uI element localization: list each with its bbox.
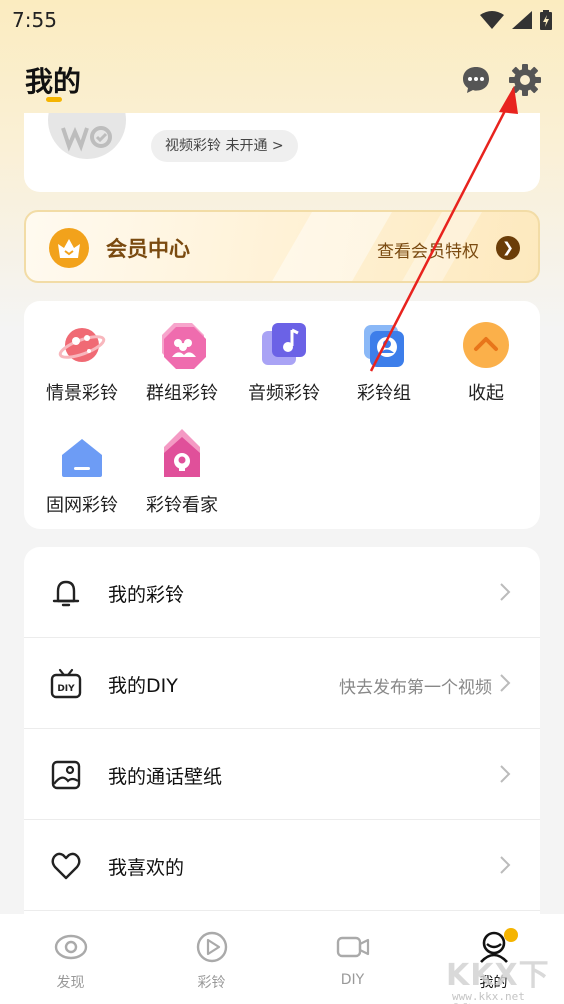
avatar[interactable] [48, 113, 126, 159]
play-icon [196, 931, 228, 963]
feature-label: 音频彩铃 [248, 383, 320, 404]
feature-label: 固网彩铃 [46, 495, 118, 516]
ringtone-group-icon [364, 325, 404, 367]
arrow-right-icon[interactable]: ❯ [496, 236, 520, 260]
title-underline [46, 97, 62, 102]
menu-label: 我喜欢的 [108, 857, 185, 879]
menu-item-favorites[interactable]: 我喜欢的 [24, 820, 540, 911]
diy-tv-icon: DIY [50, 668, 82, 699]
tab-discover[interactable]: 发现 [0, 914, 141, 1004]
bell-icon [52, 580, 80, 607]
tab-label: 彩铃 [197, 975, 226, 991]
planet-icon [58, 328, 106, 362]
watermark-url: www.kkx.net [452, 990, 525, 1003]
wifi-icon [480, 11, 504, 29]
tab-diy[interactable]: DIY [282, 914, 423, 1004]
cellular-signal-icon [512, 11, 532, 29]
feature-grid: 情景彩铃 群组彩铃 音频彩铃 彩铃组 收起 固网彩铃 彩铃看家 [24, 301, 540, 529]
feature-label: 彩铃看家 [146, 495, 218, 516]
member-center-title: 会员中心 [106, 237, 190, 261]
active-indicator-dot [504, 928, 518, 942]
svg-text:DIY: DIY [57, 684, 75, 694]
feature-home-camera-ringtone[interactable]: 彩铃看家 [132, 413, 232, 516]
status-time: 7:55 [12, 8, 57, 32]
music-note-icon [262, 323, 306, 365]
menu-label: 我的通话壁纸 [108, 766, 223, 788]
tab-label: DIY [340, 972, 365, 988]
tab-ringtones[interactable]: 彩铃 [141, 914, 282, 1004]
member-center-banner[interactable]: 会员中心 查看会员特权 ❯ [24, 210, 540, 283]
video-ringtone-status-button[interactable]: 视频彩铃 未开通 > [151, 130, 298, 162]
feature-label: 收起 [468, 383, 504, 404]
chevron-right-icon [500, 856, 511, 874]
collapse-up-icon [463, 322, 509, 368]
feature-ringtone-group[interactable]: 彩铃组 [334, 301, 434, 404]
heart-icon [51, 852, 81, 880]
settings-gear-icon[interactable] [508, 63, 542, 97]
feature-landline-ringtone[interactable]: 固网彩铃 [32, 413, 132, 516]
title-bar: 我的 [0, 56, 564, 106]
message-icon[interactable] [461, 65, 491, 95]
feature-label: 情景彩铃 [46, 383, 118, 404]
member-crown-icon [49, 228, 89, 268]
landline-house-icon [62, 439, 102, 477]
profile-card: 视频彩铃 未开通 > [24, 113, 540, 192]
status-bar: 7:55 [0, 0, 564, 40]
eye-icon [54, 934, 88, 960]
watermark: KKX下载 www.kkx.net [442, 950, 564, 1004]
page-title: 我的 [25, 65, 82, 98]
wallpaper-image-icon [51, 760, 81, 790]
menu-item-my-diy[interactable]: DIY 我的DIY 快去发布第一个视频 [24, 638, 540, 729]
brand-logo-icon [61, 126, 112, 152]
divider [24, 910, 540, 911]
chevron-right-icon [500, 583, 511, 601]
feature-scene-ringtone[interactable]: 情景彩铃 [32, 301, 132, 404]
feature-label: 群组彩铃 [146, 383, 218, 404]
menu-hint: 快去发布第一个视频 [339, 678, 492, 698]
status-icons [480, 10, 552, 30]
menu-label: 我的DIY [108, 675, 178, 697]
chevron-right-icon [500, 765, 511, 783]
feature-group-ringtone[interactable]: 群组彩铃 [132, 301, 232, 404]
home-camera-icon [164, 429, 200, 477]
menu-list: 我的彩铃 DIY 我的DIY 快去发布第一个视频 我的通话壁纸 我喜欢的 [24, 547, 540, 927]
view-member-benefits-link[interactable]: 查看会员特权 [377, 237, 479, 262]
menu-item-call-wallpaper[interactable]: 我的通话壁纸 [24, 729, 540, 820]
group-icon [162, 323, 206, 369]
video-camera-icon [336, 936, 370, 958]
chevron-right-icon [500, 674, 511, 692]
feature-collapse[interactable]: 收起 [436, 301, 536, 404]
menu-item-my-ringtones[interactable]: 我的彩铃 [24, 547, 540, 638]
feature-label: 彩铃组 [357, 383, 411, 404]
battery-icon [540, 10, 552, 30]
feature-audio-ringtone[interactable]: 音频彩铃 [234, 301, 334, 404]
tab-label: 发现 [56, 975, 85, 991]
menu-label: 我的彩铃 [108, 584, 185, 606]
